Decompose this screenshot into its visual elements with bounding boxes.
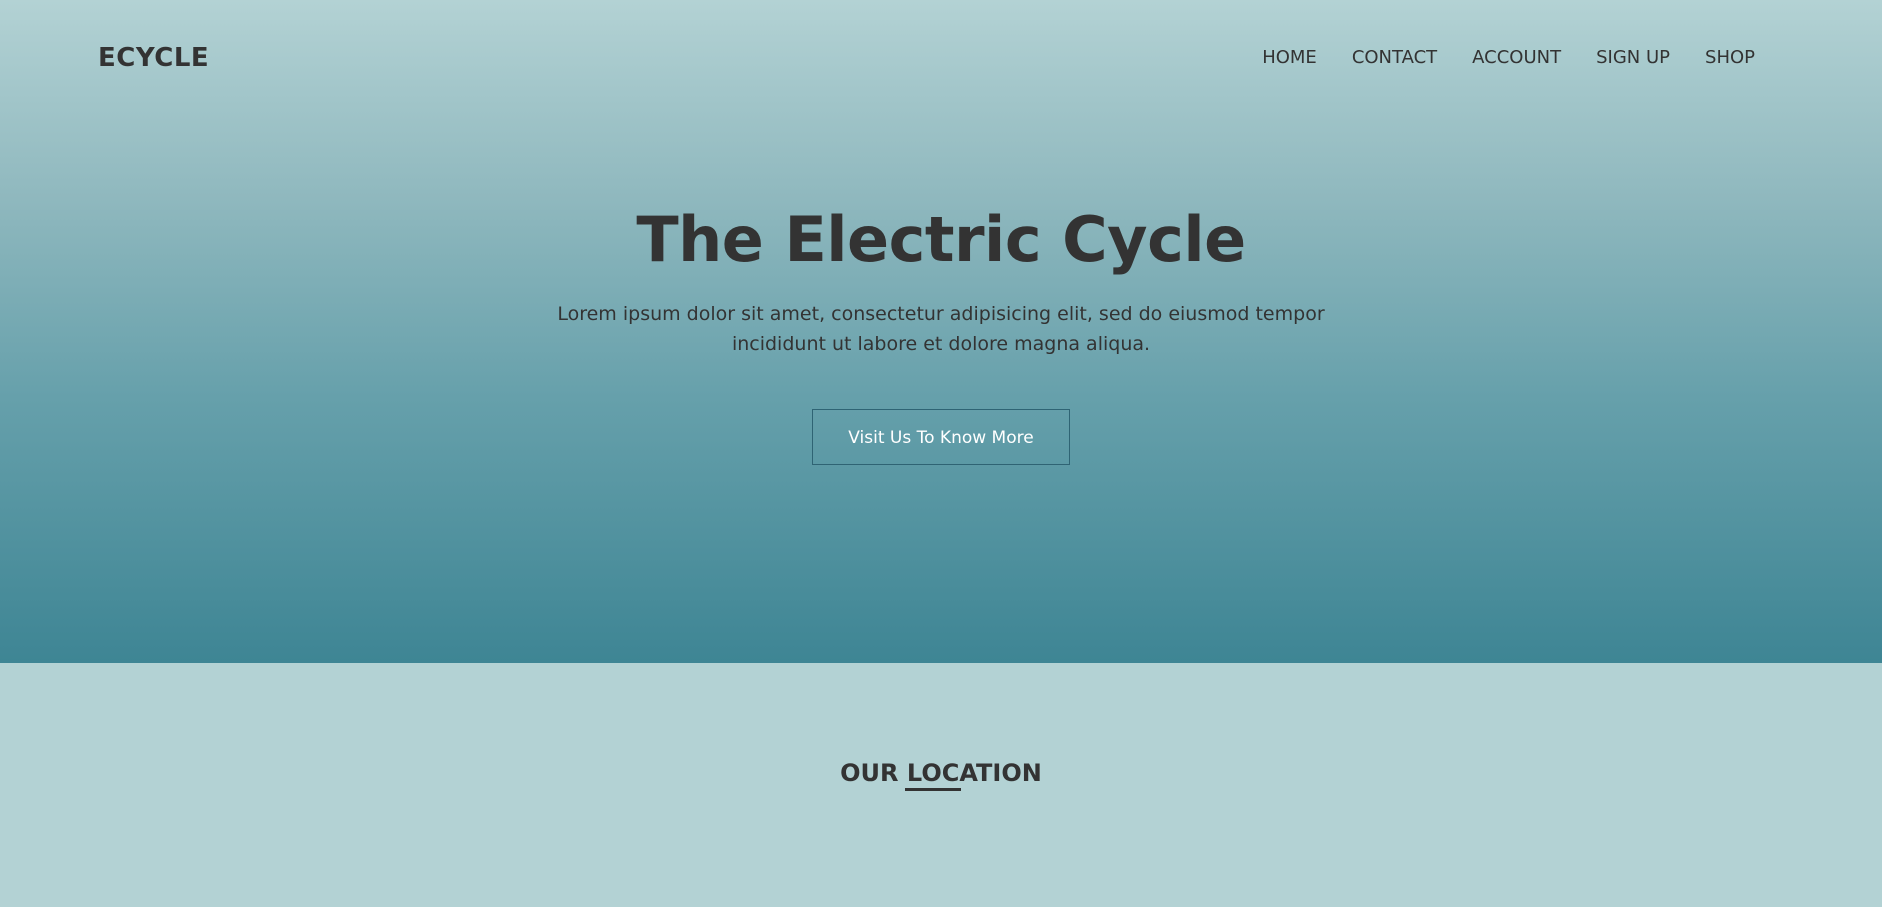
nav-link-account[interactable]: ACCOUNT <box>1472 45 1561 71</box>
nav-link-sign-up[interactable]: SIGN UP <box>1596 45 1670 71</box>
nav-link-contact[interactable]: CONTACT <box>1352 45 1437 71</box>
nav-menu: HOME CONTACT ACCOUNT SIGN UP SHOP <box>1262 45 1755 71</box>
nav-link-home[interactable]: HOME <box>1262 45 1317 71</box>
navbar: ECYCLE HOME CONTACT ACCOUNT SIGN UP SHOP <box>0 0 1882 116</box>
site-logo[interactable]: ECYCLE <box>98 42 209 74</box>
hero-title: The Electric Cycle <box>636 203 1246 276</box>
hero-section: ECYCLE HOME CONTACT ACCOUNT SIGN UP SHOP… <box>0 0 1882 663</box>
hero-content: The Electric Cycle Lorem ipsum dolor sit… <box>0 195 1882 465</box>
location-heading: OUR LOCATION <box>840 759 1042 787</box>
location-section: OUR LOCATION <box>0 663 1882 907</box>
hero-subtitle: Lorem ipsum dolor sit amet, consectetur … <box>557 303 1325 355</box>
heading-underline <box>905 788 961 791</box>
nav-link-shop[interactable]: SHOP <box>1705 45 1755 71</box>
visit-us-button[interactable]: Visit Us To Know More <box>812 409 1070 465</box>
